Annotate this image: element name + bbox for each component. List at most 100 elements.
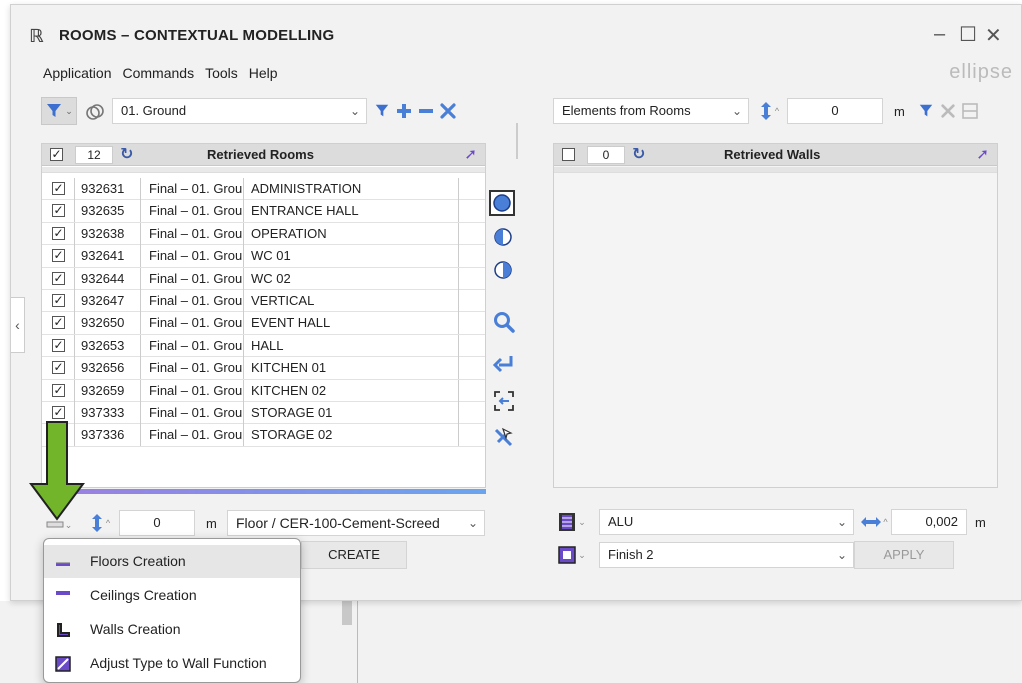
filter-dropdown-button[interactable]: ⌄ <box>41 97 77 125</box>
clear-walls-button[interactable] <box>937 100 959 122</box>
collapse-panel-button[interactable]: ‹ <box>11 297 25 353</box>
table-row[interactable]: ✓937333Final – 01. GroundSTORAGE 01 <box>42 401 485 425</box>
table-row[interactable]: 937336Final – 01. GroundSTORAGE 02 <box>42 424 485 447</box>
creation-mode-menu: Floors Creation Ceilings Creation Walls … <box>43 538 301 683</box>
table-row[interactable]: ✓ 932638Final – 01. GroundOPERATION <box>42 222 485 246</box>
row-checkbox[interactable]: ✓ <box>52 405 65 419</box>
level-select[interactable]: 01. Ground ⌄ <box>112 98 367 124</box>
room-id-cell: 932638 <box>74 222 140 245</box>
source-select[interactable]: Elements from Rooms ⌄ <box>553 98 749 124</box>
retrieved-walls-panel: 0 ↻ Retrieved Walls ➚ <box>553 143 998 488</box>
table-row[interactable]: ✓ 932656Final – 01. GroundKITCHEN 01 <box>42 357 485 380</box>
half-circle-left-tool-button[interactable] <box>491 225 515 249</box>
material-pattern-dropdown[interactable]: ⌄ <box>557 509 587 535</box>
row-checkbox[interactable]: ✓ <box>52 338 65 352</box>
filter-walls-button[interactable] <box>915 100 937 122</box>
return-button[interactable] <box>491 351 517 377</box>
menu-help[interactable]: Help <box>249 65 278 81</box>
deselect-button[interactable] <box>491 425 517 451</box>
walls-column-headers <box>554 167 997 173</box>
table-row[interactable]: ✓ 932659Final – 01. GroundKITCHEN 02 <box>42 379 485 402</box>
menu-tools[interactable]: Tools <box>205 65 238 81</box>
refresh-icon[interactable]: ↻ <box>120 144 133 164</box>
finish-select[interactable]: Finish 2 ⌄ <box>599 542 854 568</box>
room-name-cell: STORAGE 01 <box>243 401 459 424</box>
apply-button[interactable]: APPLY <box>854 541 954 569</box>
filter-icon <box>919 104 933 117</box>
row-checkbox[interactable]: ✓ <box>52 249 65 263</box>
select-all-walls-checkbox[interactable] <box>562 148 575 161</box>
room-level-cell: Final – 01. Ground <box>140 312 243 335</box>
material-select[interactable]: ALU ⌄ <box>599 509 854 535</box>
return-arrow-icon <box>493 356 513 373</box>
table-row[interactable]: ✓ 932653Final – 01. GroundHALL <box>42 334 485 358</box>
room-level-cell: Final – 01. Ground <box>140 178 243 200</box>
table-row[interactable]: ✓ 932650Final – 01. GroundEVENT HALL <box>42 312 485 335</box>
room-level-cell: Final – 01. Ground <box>140 424 243 447</box>
vertical-offset-input[interactable]: 0 <box>787 98 883 124</box>
chevron-down-icon: ⌄ <box>349 104 360 118</box>
thickness-input[interactable]: 0,002 <box>891 509 967 535</box>
table-row[interactable]: ✓ 932641Final – 01. GroundWC 01 <box>42 245 485 268</box>
finish-pattern-dropdown[interactable]: ⌄ <box>557 542 587 568</box>
room-name-cell: STORAGE 02 <box>243 424 459 447</box>
full-circle-tool-button[interactable] <box>489 190 515 216</box>
select-all-rooms-checkbox[interactable]: ✓ <box>50 148 63 161</box>
room-name-cell: WC 01 <box>243 245 459 268</box>
create-button[interactable]: CREATE <box>301 541 407 569</box>
room-name-cell: ADMINISTRATION <box>243 178 459 200</box>
row-checkbox[interactable]: ✓ <box>52 361 65 375</box>
split-frame-icon[interactable] <box>959 100 981 122</box>
menu-item-label: Ceilings Creation <box>90 587 197 603</box>
add-button[interactable] <box>392 99 416 123</box>
select-cursor-icon[interactable]: ➚ <box>976 145 989 163</box>
table-row[interactable]: ✓ 932644Final – 01. GroundWC 02 <box>42 267 485 290</box>
rooms-list: ✓932631Final – 01. GroundADMINISTRATION✓… <box>42 178 485 447</box>
row-checkbox[interactable]: ✓ <box>52 204 65 218</box>
row-checkbox[interactable]: ✓ <box>52 316 65 330</box>
height-offset-icon[interactable]: ^ <box>85 510 115 536</box>
zoom-button[interactable] <box>491 309 517 335</box>
remove-button[interactable] <box>414 99 438 123</box>
table-row[interactable]: ✓ 932635Final – 01. GroundENTRANCE HALL <box>42 200 485 223</box>
select-in-view-button[interactable] <box>491 388 517 414</box>
menu-bar: Application Commands Tools Help <box>43 65 278 81</box>
half-circle-right-icon <box>494 261 512 279</box>
filter-apply-button[interactable] <box>371 100 393 122</box>
green-down-arrow-icon <box>29 421 85 521</box>
row-checkbox[interactable]: ✓ <box>52 293 65 307</box>
thickness-icon[interactable]: ^ <box>857 510 891 534</box>
wall-pattern-icon <box>559 513 576 531</box>
room-level-cell: Final – 01. Ground <box>140 289 243 312</box>
minimize-button[interactable]: – <box>934 23 945 46</box>
maximize-button[interactable]: ☐ <box>959 22 977 47</box>
floor-type-select[interactable]: Floor / CER-100-Cement-Screed ⌄ <box>227 510 485 536</box>
height-offset-input[interactable]: 0 <box>119 510 195 536</box>
menu-commands[interactable]: Commands <box>123 65 195 81</box>
room-level-cell: Final – 01. Ground <box>140 245 243 268</box>
cross-icon <box>440 103 456 119</box>
menu-item-adjust-type[interactable]: Adjust Type to Wall Function <box>44 647 300 680</box>
select-cursor-icon[interactable]: ➚ <box>464 145 477 163</box>
menu-application[interactable]: Application <box>43 65 112 81</box>
row-checkbox[interactable]: ✓ <box>52 226 65 240</box>
vertical-offset-icon[interactable]: ^ <box>755 99 783 123</box>
menu-item-floors-creation[interactable]: Floors Creation <box>44 545 300 578</box>
menu-item-ceilings-creation[interactable]: Ceilings Creation <box>44 579 300 612</box>
row-checkbox[interactable]: ✓ <box>52 383 65 397</box>
menu-item-walls-creation[interactable]: Walls Creation <box>44 613 300 646</box>
room-id-cell: 932653 <box>74 334 140 357</box>
close-button[interactable]: ✕ <box>985 23 1002 48</box>
material-select-value: ALU <box>608 514 634 529</box>
table-row[interactable]: ✓ 932647Final – 01. GroundVERTICAL <box>42 289 485 313</box>
adjust-type-icon <box>55 656 71 672</box>
room-name-cell: EVENT HALL <box>243 312 459 335</box>
refresh-icon[interactable]: ↻ <box>632 144 645 164</box>
row-checkbox[interactable]: ✓ <box>52 271 65 285</box>
half-circle-right-tool-button[interactable] <box>491 258 515 282</box>
floor-type-value: Floor / CER-100-Cement-Screed <box>236 515 440 531</box>
row-checkbox[interactable]: ✓ <box>52 182 65 195</box>
overlap-rings-icon[interactable] <box>83 100 107 124</box>
table-row[interactable]: ✓ 932631Final – 01. GroundADMINISTRATION <box>42 178 485 201</box>
clear-button[interactable] <box>436 99 460 123</box>
